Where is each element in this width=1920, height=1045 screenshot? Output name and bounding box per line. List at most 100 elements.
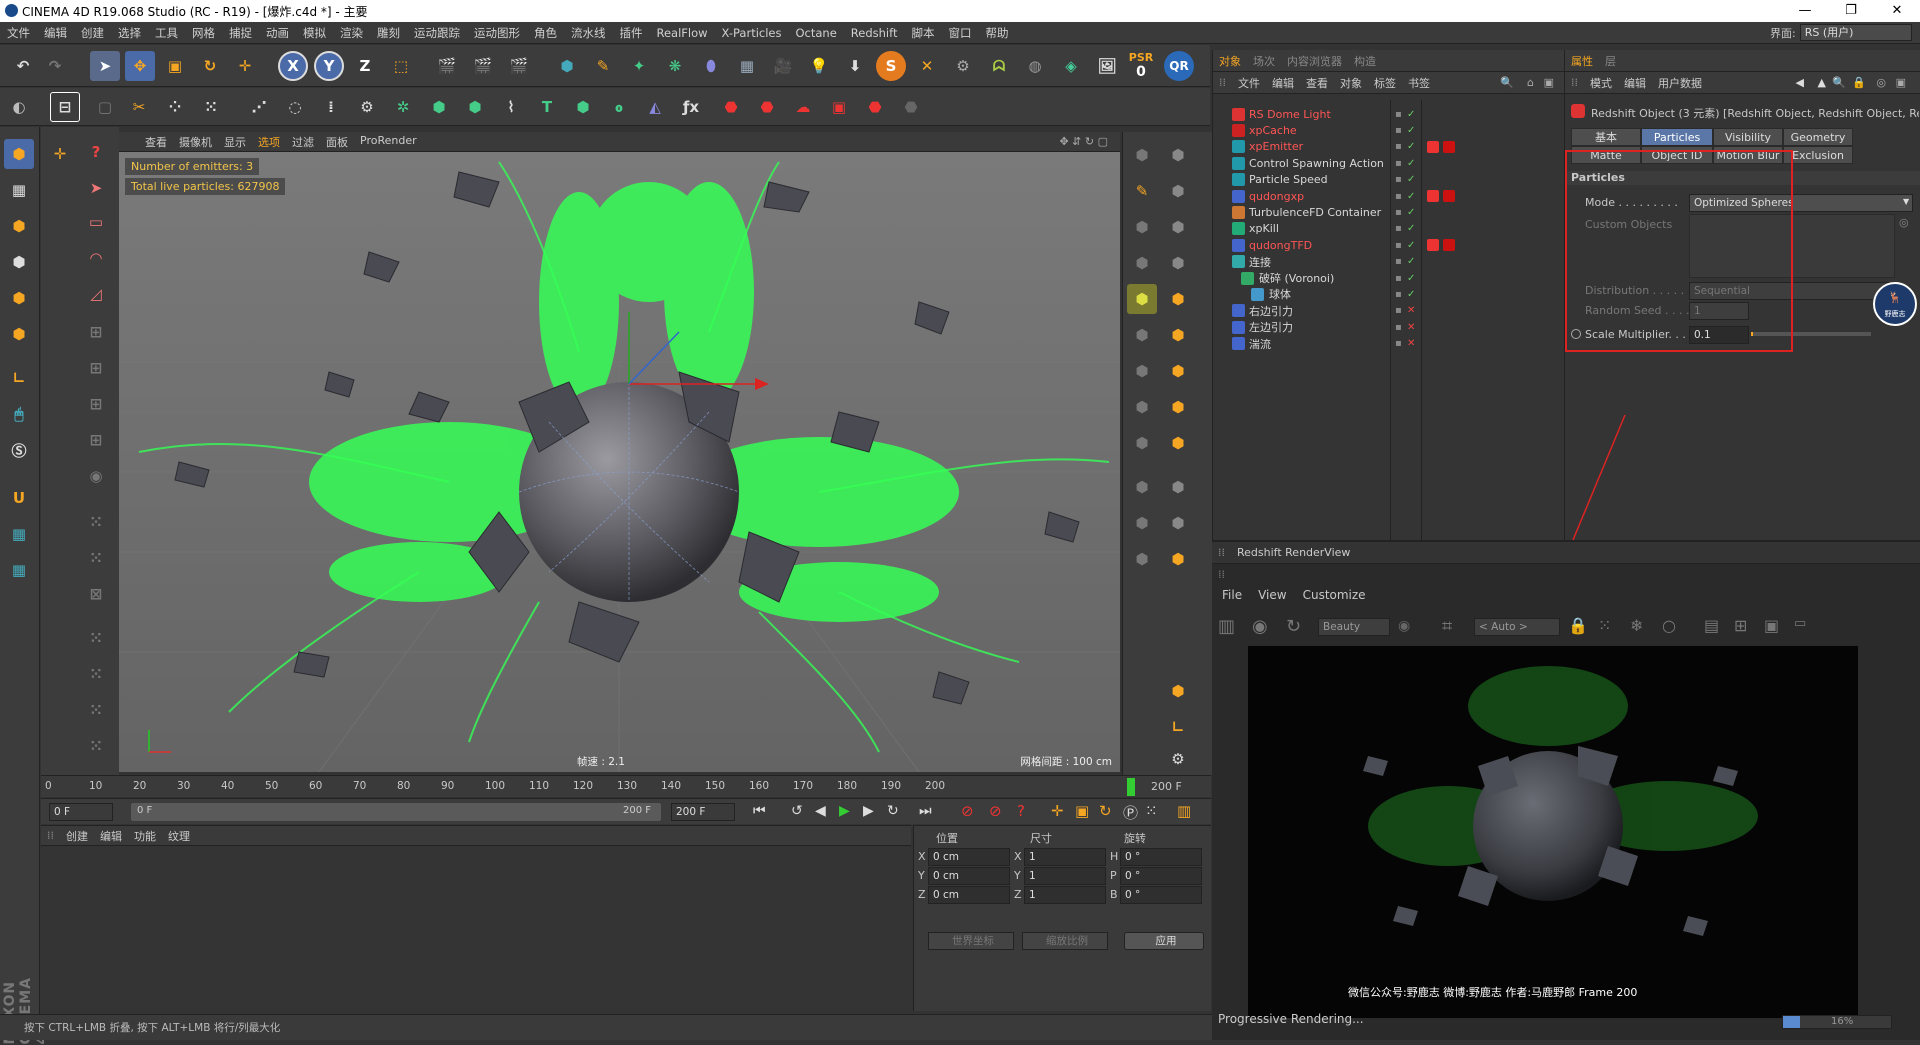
scale-mode-select[interactable]: 缩放比例: [1022, 932, 1108, 950]
viewport-menu-item[interactable]: 显示: [218, 134, 252, 150]
tool-g-icon[interactable]: ⁙: [81, 543, 111, 573]
tab-layers[interactable]: 层: [1599, 53, 1622, 69]
timeline-ruler[interactable]: 0 10 20 30 40 50 60 70 80 90 100 110 120 130 140 150 160…: [41, 775, 1211, 797]
om-menu-edit[interactable]: 编辑: [1266, 75, 1300, 91]
tweak-icon[interactable]: 🖱: [4, 399, 34, 429]
end-frame-field[interactable]: 200 F: [671, 803, 735, 821]
rv-menu-customize[interactable]: Customize: [1303, 588, 1366, 602]
text-icon[interactable]: T: [532, 92, 562, 122]
menu-item[interactable]: 运动跟踪: [407, 25, 467, 41]
axis-x-button[interactable]: X: [278, 51, 308, 81]
viewport-menu-item[interactable]: ProRender: [354, 134, 423, 150]
deformer-icon[interactable]: ⬮: [696, 51, 726, 81]
sweep-icon[interactable]: ⌇: [496, 92, 526, 122]
live-select-icon[interactable]: ➤: [90, 51, 120, 81]
minimize-button[interactable]: —: [1782, 0, 1828, 22]
menu-item[interactable]: 创建: [74, 25, 111, 41]
om-menu-object[interactable]: 对象: [1334, 75, 1368, 91]
position-field[interactable]: 0 cm: [928, 848, 1010, 866]
am-menu-edit[interactable]: 编辑: [1618, 75, 1652, 91]
redshift-material-icon[interactable]: ⬣: [860, 92, 890, 122]
menu-item[interactable]: 捕捉: [222, 25, 259, 41]
circle-icon[interactable]: ○: [1662, 616, 1676, 635]
visibility-dot-icon[interactable]: ▪: [1395, 322, 1402, 333]
new-view-icon[interactable]: ▣: [1538, 76, 1560, 89]
crop-icon[interactable]: ⌗: [1442, 616, 1452, 637]
enabled-check-icon[interactable]: ✓: [1407, 223, 1415, 234]
polygons-icon[interactable]: ⬢: [4, 319, 34, 349]
sculpt-icon[interactable]: ◭: [640, 92, 670, 122]
side-tool-11-icon[interactable]: ⬢: [1127, 320, 1157, 350]
coordinate-system-icon[interactable]: ⬚: [386, 51, 416, 81]
viewport-nav-icons[interactable]: ✥ ⇵ ↻ ▢: [1053, 135, 1114, 148]
visibility-dot-icon[interactable]: ▪: [1395, 338, 1402, 349]
enabled-check-icon[interactable]: ✓: [1407, 256, 1415, 267]
spiral-icon[interactable]: ߋ: [604, 92, 634, 122]
subtab-particles[interactable]: Particles: [1641, 128, 1713, 146]
object-name[interactable]: qudongxp: [1249, 190, 1304, 203]
enabled-check-icon[interactable]: ✓: [1407, 289, 1415, 300]
menu-item[interactable]: 流水线: [564, 25, 613, 41]
tool-k-icon[interactable]: ⁙: [81, 695, 111, 725]
redshift-tag-icon[interactable]: [1427, 239, 1439, 252]
enabled-check-icon[interactable]: ✓: [1407, 240, 1415, 251]
maximize-button[interactable]: ❐: [1828, 0, 1874, 22]
size-field[interactable]: 1: [1024, 886, 1106, 904]
viewport-menu-item[interactable]: 面板: [320, 134, 354, 150]
menu-item[interactable]: 选择: [111, 25, 148, 41]
side-tool-2-icon[interactable]: ⬢: [1163, 140, 1193, 170]
tool-b-icon[interactable]: ⊞: [81, 353, 111, 383]
lock-icon[interactable]: 🔒: [1846, 76, 1872, 89]
transform-tool-icon[interactable]: ✛: [230, 51, 260, 81]
object-name[interactable]: qudongTFD: [1249, 239, 1312, 252]
rotate-tool-icon[interactable]: ↻: [195, 51, 225, 81]
tool-d-icon[interactable]: ⊞: [81, 425, 111, 455]
menu-item[interactable]: 编辑: [37, 25, 74, 41]
snowflake-icon[interactable]: ❄: [1630, 616, 1643, 635]
goto-start-icon[interactable]: ⏮: [753, 803, 766, 819]
visibility-dot-icon[interactable]: ▪: [1395, 174, 1402, 185]
move-tool-icon[interactable]: ✥: [125, 51, 155, 81]
cube-icon[interactable]: ⬢: [552, 51, 582, 81]
size-field[interactable]: 1: [1024, 867, 1106, 885]
cloner-icon[interactable]: ❋: [660, 51, 690, 81]
visibility-dot-icon[interactable]: ▪: [1395, 305, 1402, 316]
circle-spline-icon[interactable]: ◌: [280, 92, 310, 122]
side-tool-24-icon[interactable]: ⬢: [1163, 544, 1193, 574]
solo-icon[interactable]: ▦: [4, 555, 34, 585]
side-tool-14-icon[interactable]: ⬢: [1163, 356, 1193, 386]
tab-attributes[interactable]: 属性: [1565, 53, 1599, 69]
lasso-icon[interactable]: ◠: [81, 243, 111, 273]
visibility-dot-icon[interactable]: ▪: [1395, 191, 1402, 202]
floor-icon[interactable]: ▦: [732, 51, 762, 81]
object-row[interactable]: 湍流 ▪ ✕: [1213, 334, 1565, 354]
rv-menu-file[interactable]: File: [1222, 588, 1242, 602]
tool-i-icon[interactable]: ⁙: [81, 623, 111, 653]
scale-tool-icon[interactable]: ▣: [160, 51, 190, 81]
am-menu-mode[interactable]: 模式: [1584, 75, 1618, 91]
object-name[interactable]: xpKill: [1249, 222, 1279, 235]
menu-item[interactable]: 网格: [185, 25, 222, 41]
autokey-icon[interactable]: ⊘: [989, 802, 1002, 820]
menu-item[interactable]: 渲染: [333, 25, 370, 41]
effector-fx-icon[interactable]: ƒx: [676, 92, 706, 122]
viewport-menu-item[interactable]: 摄像机: [173, 134, 218, 150]
render-view-icon[interactable]: 🎬: [432, 51, 462, 81]
tool-a-icon[interactable]: ⊞: [81, 317, 111, 347]
tab-takes[interactable]: 场次: [1247, 53, 1281, 69]
disabled-x-icon[interactable]: ✕: [1407, 338, 1415, 349]
side-tool-7-icon[interactable]: ⬢: [1127, 248, 1157, 278]
object-name[interactable]: 湍流: [1249, 336, 1271, 352]
tab-objects[interactable]: 对象: [1213, 53, 1247, 69]
keyframe-help-icon[interactable]: ?: [1017, 802, 1025, 820]
move-icon[interactable]: ✛: [45, 139, 75, 169]
position-field[interactable]: 0 cm: [928, 867, 1010, 885]
position-field[interactable]: 0 cm: [928, 886, 1010, 904]
spline-icon[interactable]: ⋰: [244, 92, 274, 122]
layout-icon[interactable]: ⊟: [50, 92, 80, 122]
redo-icon[interactable]: ↷: [40, 51, 70, 81]
menu-item[interactable]: Redshift: [844, 26, 905, 40]
enabled-check-icon[interactable]: ✓: [1407, 174, 1415, 185]
nav-back-icon[interactable]: ◀: [1790, 76, 1810, 89]
layout-select[interactable]: RS (用户): [1799, 24, 1912, 41]
